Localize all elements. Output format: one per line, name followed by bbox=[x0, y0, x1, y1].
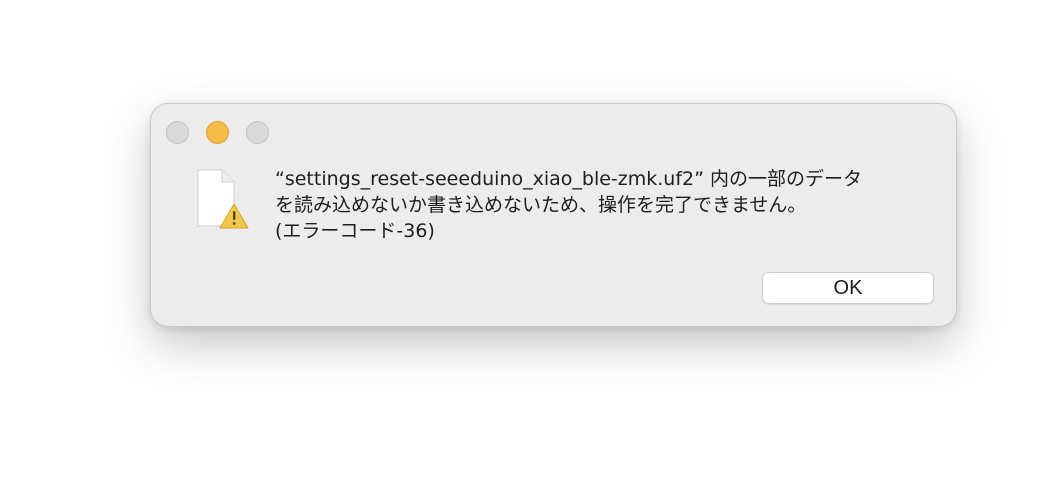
error-message: “settings_reset-seeeduino_xiao_ble-zmk.u… bbox=[275, 168, 863, 242]
error-dialog: “settings_reset-seeeduino_xiao_ble-zmk.u… bbox=[150, 103, 957, 327]
document-warning-icon bbox=[194, 168, 254, 232]
zoom-button[interactable] bbox=[246, 121, 269, 144]
ok-button[interactable]: OK bbox=[762, 272, 934, 304]
minimize-button[interactable] bbox=[206, 121, 229, 144]
window-controls bbox=[166, 121, 269, 144]
close-button[interactable] bbox=[166, 121, 189, 144]
